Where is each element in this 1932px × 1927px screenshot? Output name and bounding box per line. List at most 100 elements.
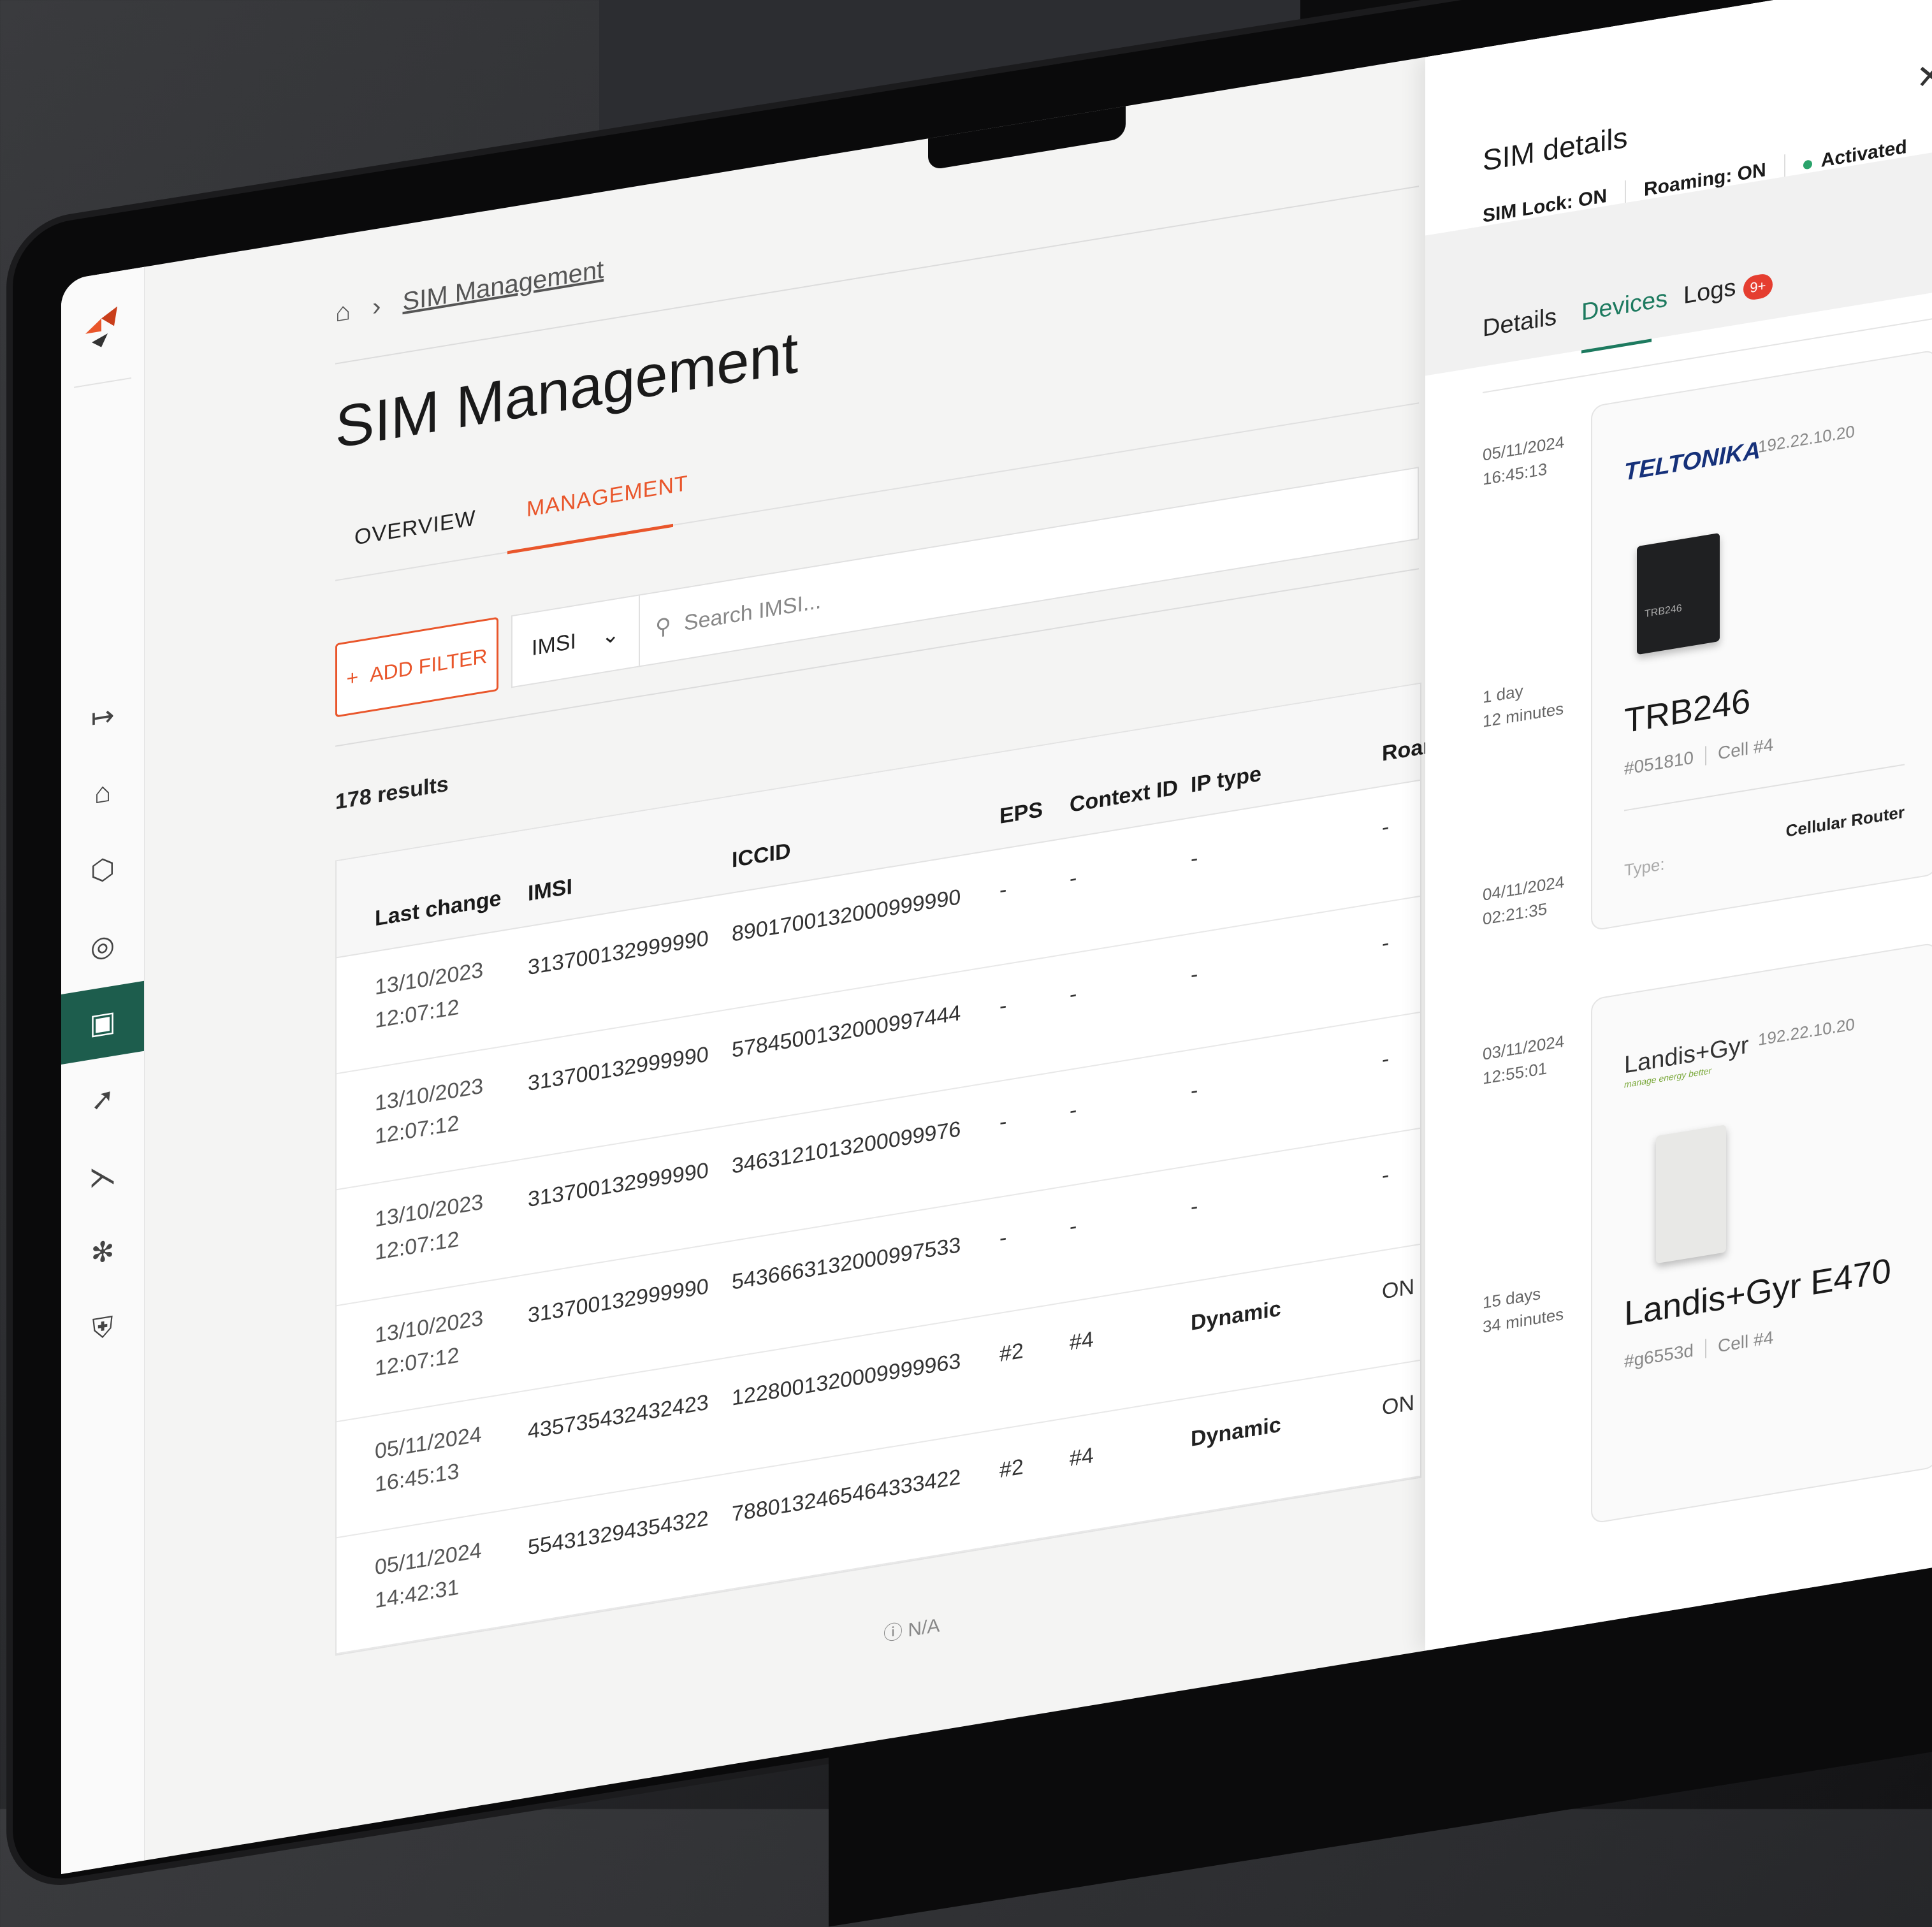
timeline-timestamp: 04/11/2024 02:21:35 — [1483, 869, 1564, 931]
cell-imsi: 313700132999990 — [528, 1274, 709, 1328]
chevron-down-icon: ⌄ — [601, 622, 620, 650]
sidebar-item-security[interactable]: ⛨ — [61, 1287, 144, 1371]
cell-context-id: #4 — [1070, 1443, 1094, 1471]
cell-eps: - — [999, 993, 1007, 1019]
info-icon: ⓘ — [883, 1620, 903, 1645]
sidebar-item-integrations[interactable]: ✻ — [61, 1211, 144, 1294]
cell-context-id: - — [1070, 866, 1077, 891]
cell-last-change: 05/11/2024 16:45:13 — [375, 1418, 482, 1501]
device-cell: Cell #4 — [1718, 1327, 1774, 1356]
cell-iccid: 7880132465464333422 — [732, 1464, 961, 1527]
cell-ip-type: - — [1191, 961, 1198, 987]
cell-last-change: 05/11/2024 14:42:31 — [375, 1534, 482, 1617]
timeline-timestamp: 05/11/2024 16:45:13 — [1483, 430, 1564, 491]
cell-eps: #2 — [999, 1338, 1024, 1367]
expand-sidebar-icon[interactable]: ↦ — [61, 675, 144, 759]
cell-last-change: 13/10/2023 12:07:12 — [375, 1302, 483, 1386]
cell-ip-type: Dynamic — [1191, 1296, 1281, 1335]
device-card[interactable]: Landis+Gyr manage energy better 192.22.10… — [1591, 942, 1932, 1524]
cell-imsi: 313700132999990 — [528, 1158, 709, 1212]
header-iccid[interactable]: ICCID — [732, 839, 791, 873]
cell-eps: #2 — [999, 1454, 1024, 1483]
header-last-change[interactable]: Last change — [375, 886, 501, 931]
breadcrumb-current[interactable]: SIM Management — [403, 256, 604, 317]
timeline-duration: 1 day 12 minutes — [1483, 672, 1564, 734]
header-eps[interactable]: EPS — [999, 797, 1043, 829]
sidebar-item-home[interactable]: ⌂ — [61, 752, 144, 835]
cell-roaming: - — [1382, 1162, 1390, 1188]
device-ip: 192.22.10.20 — [1758, 421, 1855, 457]
status-dot-icon — [1803, 159, 1812, 170]
cell-eps: - — [999, 1225, 1007, 1251]
device-cell: Cell #4 — [1718, 734, 1774, 764]
sidebar-item-network[interactable]: ◎ — [61, 905, 144, 988]
sim-table: Last change IMSI ICCID EPS Context ID IP… — [335, 682, 1431, 1656]
main-content: ⌂ › SIM Management SIM Management OVERVI… — [144, 57, 1431, 1861]
cell-ip-type: - — [1191, 1077, 1198, 1103]
brand-logo: TELTONIKA — [1624, 437, 1761, 486]
cell-roaming: - — [1382, 1046, 1390, 1072]
cell-last-change: 13/10/2023 12:07:12 — [375, 954, 483, 1038]
sim-details-panel: SIM details ✕ SIM Lock: ON Roaming: ON A… — [1425, 0, 1932, 1651]
timeline-duration: 15 days 34 minutes — [1483, 1277, 1564, 1339]
device-meta: #051810 Cell #4 — [1624, 734, 1773, 779]
search-field-value: IMSI — [532, 629, 576, 660]
search-icon: ⚲ — [655, 613, 671, 641]
header-context-id[interactable]: Context ID — [1070, 775, 1178, 818]
cell-ip-type: Dynamic — [1191, 1412, 1281, 1451]
close-icon[interactable]: ✕ — [1916, 55, 1932, 98]
cell-ip-type: - — [1191, 845, 1198, 871]
cell-roaming: ON — [1382, 1274, 1414, 1304]
router-image: TRB246 — [1637, 532, 1720, 655]
device-name: TRB246 — [1624, 681, 1751, 741]
cell-last-change: 13/10/2023 12:07:12 — [375, 1186, 483, 1270]
meta-divider — [1705, 746, 1707, 766]
sidebar: ↦ ⌂ ⬡ ◎ ▣ ➚ ⋋ ✻ ⛨ — [61, 266, 145, 1874]
cell-last-change: 13/10/2023 12:07:12 — [375, 1070, 483, 1154]
cell-iccid: 3463121013200099976 — [732, 1116, 961, 1179]
cell-context-id: - — [1070, 1098, 1077, 1123]
meter-image — [1656, 1124, 1726, 1264]
app-logo-icon[interactable] — [79, 302, 124, 354]
cell-roaming: - — [1382, 930, 1390, 956]
sidebar-item-devices[interactable]: ⬡ — [61, 828, 144, 912]
cell-imsi: 313700132999990 — [528, 1042, 709, 1096]
panel-title: SIM details — [1483, 120, 1628, 177]
cell-iccid: 8901700132000999990 — [732, 884, 961, 947]
search-placeholder: Search IMSI... — [683, 588, 822, 636]
cell-context-id: #4 — [1070, 1327, 1094, 1355]
tab-active-indicator — [507, 523, 673, 555]
results-count: 178 results — [335, 771, 449, 815]
cell-ip-type: - — [1191, 1193, 1198, 1219]
device-image-label: TRB246 — [1645, 602, 1682, 620]
cell-iccid: 5436663132000997533 — [732, 1232, 961, 1295]
sidebar-item-routing[interactable]: ⋋ — [61, 1134, 144, 1218]
brand-logo: Landis+Gyr manage energy better — [1624, 1031, 1748, 1089]
meta-divider — [1705, 1339, 1707, 1358]
na-indicator: ⓘ N/A — [883, 1609, 940, 1646]
tab-management[interactable]: MANAGEMENT — [527, 471, 688, 523]
device-name: Landis+Gyr E470 — [1624, 1251, 1891, 1334]
cell-roaming: - — [1382, 814, 1390, 840]
device-ip: 192.22.10.20 — [1758, 1014, 1855, 1050]
header-ip-type[interactable]: IP type — [1191, 762, 1261, 798]
device-id: #g6553d — [1624, 1340, 1694, 1372]
sidebar-item-analytics[interactable]: ➚ — [61, 1058, 144, 1141]
cell-eps: - — [999, 877, 1007, 903]
search-field-select[interactable]: IMSI ⌄ — [512, 595, 640, 687]
device-id: #051810 — [1624, 747, 1694, 779]
search-input[interactable]: ⚲ Search IMSI... — [640, 588, 821, 644]
add-filter-button[interactable]: + ADD FILTER — [335, 616, 498, 718]
laptop-screen: ↦ ⌂ ⬡ ◎ ▣ ➚ ⋋ ✻ ⛨ ⌂ › SIM Management SIM… — [61, 0, 1932, 1874]
cell-imsi: 435735432432423 — [528, 1390, 709, 1444]
cell-context-id: - — [1070, 1214, 1077, 1239]
home-icon[interactable]: ⌂ — [335, 297, 351, 328]
header-roaming[interactable]: Roar — [1382, 734, 1431, 767]
device-meta: #g6553d Cell #4 — [1624, 1327, 1773, 1372]
device-card[interactable]: TELTONIKA 192.22.10.20 TRB246 TRB246 #05… — [1591, 349, 1932, 931]
add-filter-label: ADD FILTER — [370, 644, 488, 687]
type-label: Type: — [1624, 854, 1665, 880]
header-imsi[interactable]: IMSI — [528, 875, 572, 906]
sidebar-item-sim-management[interactable]: ▣ — [61, 980, 144, 1065]
tab-overview[interactable]: OVERVIEW — [354, 505, 476, 550]
